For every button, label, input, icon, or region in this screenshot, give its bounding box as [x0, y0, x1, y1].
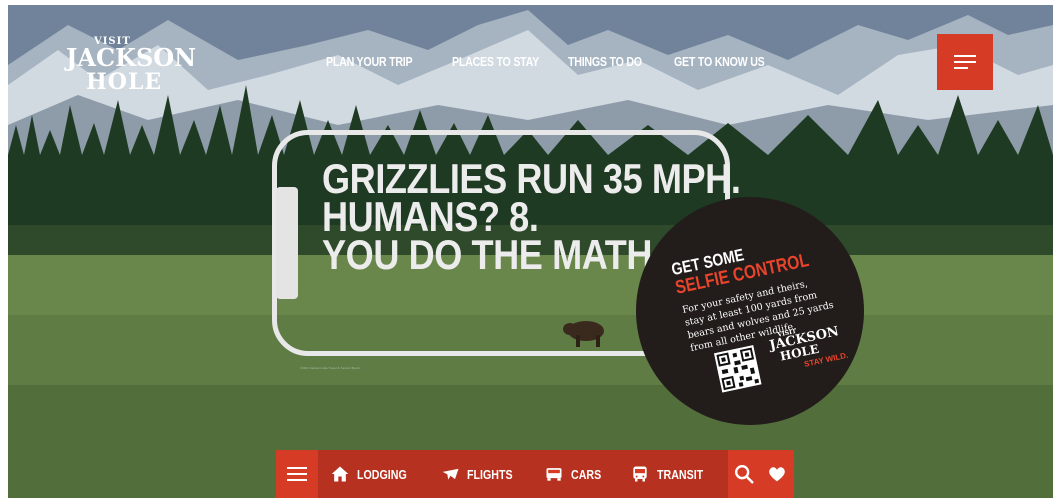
- nav-things-to-do[interactable]: THINGS TO DO: [568, 54, 642, 69]
- lodging-label: LODGING: [357, 466, 407, 482]
- hamburger-icon: [954, 55, 976, 69]
- bottom-booking-bar: LODGING FLIGHTS CARS TRANSIT: [276, 450, 794, 498]
- home-icon: [331, 466, 349, 482]
- photo-credit: ©2021 Jackson Hole Travel & Tourism Boar…: [300, 366, 360, 370]
- bottom-menu-button[interactable]: [276, 450, 318, 498]
- nav-get-to-know-us[interactable]: GET TO KNOW US: [674, 54, 765, 69]
- nav-plan-your-trip[interactable]: PLAN YOUR TRIP: [326, 54, 413, 69]
- flights-link[interactable]: FLIGHTS: [440, 464, 523, 484]
- search-icon: [735, 465, 754, 484]
- heart-icon: [769, 467, 786, 482]
- qr-code-icon: [714, 345, 762, 393]
- car-icon: [546, 468, 562, 481]
- transit-link[interactable]: TRANSIT: [630, 464, 713, 484]
- cars-link[interactable]: CARS: [544, 464, 608, 484]
- flights-label: FLIGHTS: [466, 466, 513, 482]
- phone-side-button: [276, 187, 298, 299]
- selfie-control-badge: GET SOME SELFIE CONTROL For your safety …: [636, 197, 864, 425]
- hamburger-icon: [287, 467, 308, 481]
- site-logo[interactable]: VISIT JACKSON HOLE: [66, 36, 206, 98]
- main-nav: PLAN YOUR TRIP PLACES TO STAY THINGS TO …: [326, 54, 765, 69]
- search-button[interactable]: [728, 450, 761, 498]
- airplane-icon: [442, 468, 459, 480]
- nav-places-to-stay[interactable]: PLACES TO STAY: [452, 54, 539, 69]
- menu-button[interactable]: [937, 34, 993, 90]
- cars-label: CARS: [571, 466, 602, 482]
- bus-icon: [633, 466, 647, 482]
- logo-jackson-text: JACKSON: [66, 43, 197, 72]
- transit-label: TRANSIT: [657, 466, 704, 482]
- booking-links: LODGING FLIGHTS CARS TRANSIT: [318, 450, 728, 498]
- favorites-button[interactable]: [761, 450, 794, 498]
- lodging-link[interactable]: LODGING: [330, 464, 418, 484]
- logo-hole-text: HOLE: [86, 69, 163, 95]
